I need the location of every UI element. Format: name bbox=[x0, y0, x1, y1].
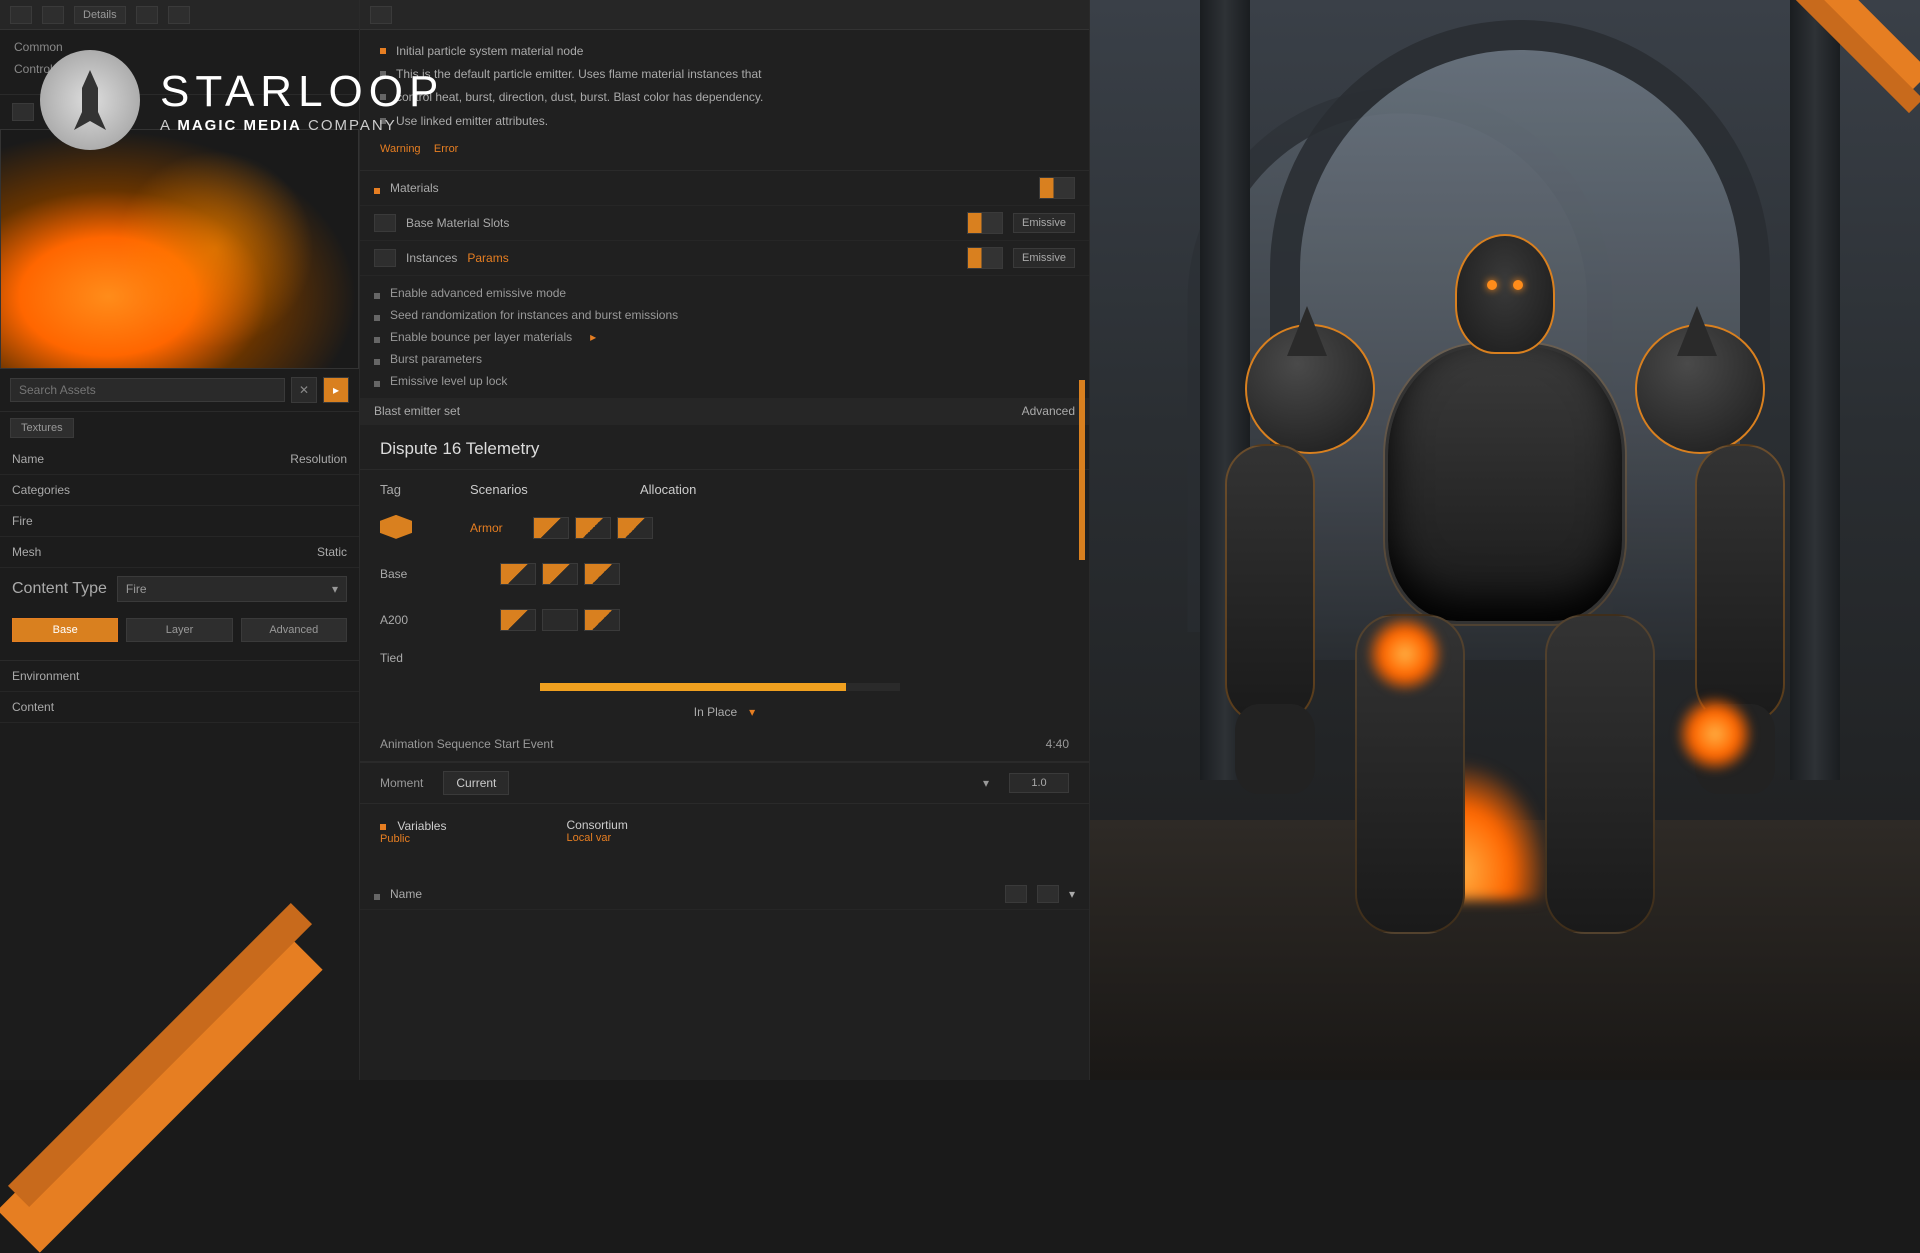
content-type-value: Fire bbox=[126, 582, 147, 596]
alloc-thumb-4[interactable] bbox=[500, 563, 536, 585]
pill-base[interactable]: Base bbox=[12, 618, 118, 642]
mesh-value: Static bbox=[317, 545, 347, 559]
alloc-thumb-5[interactable] bbox=[542, 563, 578, 585]
alloc-thumb-3[interactable] bbox=[617, 517, 653, 539]
toolbar-icon-d[interactable] bbox=[168, 6, 190, 24]
scrollbar[interactable] bbox=[1079, 380, 1085, 560]
alloc-thumb-6[interactable] bbox=[584, 563, 620, 585]
tag-badge-icon[interactable] bbox=[380, 515, 412, 539]
variables-sub: Public bbox=[380, 833, 446, 845]
bullet-3: Enable bounce per layer materials bbox=[390, 330, 572, 344]
resolution-label: Resolution bbox=[290, 452, 347, 466]
timeline-time: 4:40 bbox=[1046, 737, 1069, 751]
moment-count: 1.0 bbox=[1009, 773, 1069, 793]
content-label[interactable]: Content bbox=[12, 700, 54, 714]
timeline-title: Animation Sequence Start Event bbox=[380, 737, 553, 751]
col-scenarios: Scenarios bbox=[470, 482, 610, 497]
material-slots-row[interactable]: Base Material Slots bbox=[406, 216, 957, 230]
col-tag: Tag bbox=[380, 482, 440, 497]
mid-toolbar-icon[interactable] bbox=[370, 6, 392, 24]
search-go-icon[interactable]: ▸ bbox=[323, 377, 349, 403]
layer-row-a200[interactable]: A200 bbox=[380, 613, 440, 627]
fire-category[interactable]: Fire bbox=[12, 514, 33, 528]
alloc-thumb-9[interactable] bbox=[584, 609, 620, 631]
instances-label: Instances bbox=[406, 251, 457, 265]
materials-thumb[interactable] bbox=[1039, 177, 1075, 199]
corner-stripe-bl bbox=[0, 880, 240, 1080]
instance-value: Emissive bbox=[1013, 248, 1075, 268]
col-allocation: Allocation bbox=[640, 482, 696, 497]
viewport-3d[interactable] bbox=[1090, 0, 1920, 1080]
name-action-icon-1[interactable] bbox=[1005, 885, 1027, 903]
alloc-thumb-2[interactable] bbox=[575, 517, 611, 539]
details-button[interactable]: Details bbox=[74, 6, 126, 24]
bullet-2: Seed randomization for instances and bur… bbox=[390, 308, 678, 322]
moment-select[interactable]: Current bbox=[443, 771, 509, 795]
name-row[interactable]: Name bbox=[390, 887, 995, 901]
name-action-icon-2[interactable] bbox=[1037, 885, 1059, 903]
alloc-thumb-8[interactable] bbox=[542, 609, 578, 631]
mesh-label: Mesh bbox=[12, 545, 41, 559]
name-label: Name bbox=[12, 452, 44, 466]
progress-bar[interactable] bbox=[540, 683, 900, 691]
pill-layer[interactable]: Layer bbox=[126, 618, 232, 642]
variables-header[interactable]: Variables bbox=[397, 819, 446, 833]
alloc-thumb-7[interactable] bbox=[500, 609, 536, 631]
brand-logo: STARLOOP A MAGIC MEDIA COMPANY bbox=[40, 50, 444, 150]
corner-stripe-tr bbox=[1680, 0, 1920, 120]
instance-icon[interactable] bbox=[374, 249, 396, 267]
search-clear-icon[interactable]: ✕ bbox=[291, 377, 317, 403]
content-type-label: Content Type bbox=[12, 580, 107, 598]
chevron-down-icon[interactable]: ▾ bbox=[1069, 887, 1075, 901]
mid-toolbar bbox=[360, 0, 1089, 30]
brand-name: STARLOOP bbox=[160, 67, 444, 117]
pill-advanced[interactable]: Advanced bbox=[241, 618, 347, 642]
desc-line-3: control heat, burst, direction, dust, bu… bbox=[396, 88, 763, 107]
character-mesh bbox=[1235, 194, 1775, 994]
center-panel: Initial particle system material node Th… bbox=[360, 0, 1090, 1080]
brand-tagline: A MAGIC MEDIA COMPANY bbox=[160, 117, 444, 134]
slot-thumb[interactable] bbox=[967, 212, 1003, 234]
layer-row-tied[interactable]: Tied bbox=[380, 651, 440, 665]
toolbar-icon-c[interactable] bbox=[136, 6, 158, 24]
consortium-sub: Local var bbox=[566, 832, 627, 844]
alloc-thumb-1[interactable] bbox=[533, 517, 569, 539]
description-block: Initial particle system material node Th… bbox=[360, 30, 1089, 171]
moment-label: Moment bbox=[380, 776, 423, 790]
filter-icon[interactable] bbox=[12, 103, 34, 121]
content-type-select[interactable]: Fire ▾ bbox=[117, 576, 347, 602]
slot-value: Emissive bbox=[1013, 213, 1075, 233]
params-label[interactable]: Params bbox=[467, 251, 508, 265]
chevron-down-icon[interactable]: ▾ bbox=[983, 776, 989, 790]
slot-icon[interactable] bbox=[374, 214, 396, 232]
left-toolbar: Details bbox=[0, 0, 359, 30]
textures-chip[interactable]: Textures bbox=[10, 418, 74, 438]
toolbar-icon-a[interactable] bbox=[10, 6, 32, 24]
desc-line-2: This is the default particle emitter. Us… bbox=[396, 65, 762, 84]
blast-set-label: Blast emitter set bbox=[374, 404, 1012, 418]
materials-row[interactable]: Materials bbox=[390, 181, 1029, 195]
playback-label: In Place bbox=[694, 705, 737, 719]
environment-label[interactable]: Environment bbox=[12, 669, 79, 683]
scenario-sub[interactable]: Armor bbox=[470, 521, 503, 535]
chevron-down-icon: ▾ bbox=[332, 582, 338, 596]
layer-row-base[interactable]: Base bbox=[380, 567, 440, 581]
blast-set-value[interactable]: Advanced bbox=[1022, 404, 1075, 418]
layer-header: Tag Scenarios Allocation bbox=[360, 470, 1089, 505]
bullet-5: Emissive level up lock bbox=[390, 374, 507, 388]
bullet-1: Enable advanced emissive mode bbox=[390, 286, 566, 300]
fire-preview-thumbnail[interactable] bbox=[0, 129, 359, 369]
consortium-header[interactable]: Consortium bbox=[566, 818, 627, 832]
categories-label[interactable]: Categories bbox=[12, 483, 70, 497]
bullet-4: Burst parameters bbox=[390, 352, 482, 366]
instance-thumb[interactable] bbox=[967, 247, 1003, 269]
chevron-down-icon[interactable]: ▾ bbox=[749, 705, 755, 719]
section-title: Dispute 16 Telemetry bbox=[360, 425, 1089, 470]
rocket-icon bbox=[40, 50, 140, 150]
search-input[interactable] bbox=[10, 378, 285, 402]
toolbar-icon-b[interactable] bbox=[42, 6, 64, 24]
